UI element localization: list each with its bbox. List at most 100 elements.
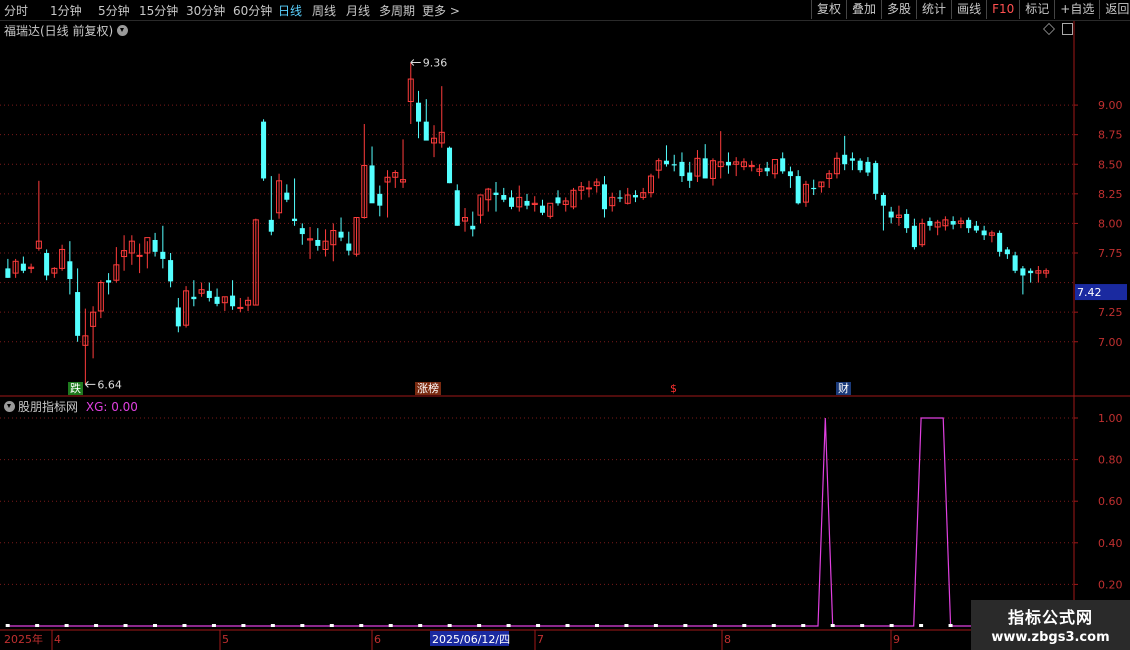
candle-body [75, 292, 81, 336]
candle-body [725, 161, 731, 166]
xg-baseline-marker [359, 624, 364, 627]
xg-indicator-series [5, 417, 1047, 627]
watermark-title: 指标公式网 [1007, 608, 1093, 627]
indicator-value: XG: 0.00 [85, 400, 138, 414]
xg-baseline-marker [860, 624, 865, 627]
indicator-tick-label: 1.00 [1098, 412, 1123, 425]
candle-body [911, 225, 917, 248]
candle-body [168, 260, 174, 282]
candle-body [702, 158, 708, 179]
max-arrow [410, 59, 421, 66]
candle-body [501, 195, 507, 200]
stock-title: 福瑞达(日线 前复权) [4, 22, 129, 39]
xg-baseline-marker [35, 624, 40, 627]
candle-body [315, 239, 321, 246]
chevron-down-icon[interactable] [4, 401, 15, 412]
candle-body [136, 254, 143, 257]
candle-body [237, 306, 244, 309]
panel-toggle-icon[interactable] [1062, 23, 1073, 35]
candle-body [338, 231, 344, 238]
candle-body [299, 228, 305, 235]
candle-body [106, 280, 112, 283]
candle-body [585, 187, 593, 190]
candle-body [997, 232, 1003, 252]
candle-body [292, 218, 298, 222]
candle-body [687, 172, 693, 181]
min-price-label: 6.64 [97, 378, 122, 391]
event-badge-finance[interactable]: 财 [836, 382, 851, 395]
candle-body [508, 197, 515, 207]
cursor-date-label: 2025/06/12/四 [432, 633, 510, 646]
xg-baseline-marker [94, 624, 99, 627]
candle-body [493, 192, 499, 196]
candle-body [152, 239, 158, 252]
candle-body [865, 161, 871, 173]
candle-body [206, 290, 212, 298]
candle-body [44, 253, 50, 276]
xg-baseline-marker [477, 624, 482, 627]
xg-baseline-marker [565, 624, 570, 627]
candle-body [377, 193, 383, 206]
xg-baseline-marker [830, 624, 835, 627]
xg-baseline-marker [182, 624, 187, 627]
year-label: 2025年 [4, 632, 43, 646]
candle-body [842, 154, 848, 165]
xg-baseline-marker [64, 624, 69, 627]
candle-body [160, 251, 166, 259]
candle-body [973, 225, 979, 231]
event-badge-dollar[interactable]: $ [668, 382, 679, 395]
candle-body [230, 295, 236, 307]
candle-body [927, 221, 933, 226]
candle-body [214, 296, 220, 304]
candle-body [470, 225, 476, 230]
price-tick-label: 7.75 [1098, 247, 1123, 260]
xg-baseline-marker [771, 624, 776, 627]
watermark-url: www.zbgs3.com [991, 630, 1110, 645]
xg-baseline-marker [801, 624, 806, 627]
xg-baseline-marker [742, 624, 747, 627]
candle-body [950, 221, 956, 225]
event-badge-fall[interactable]: 跌 [68, 382, 83, 395]
candle-body [857, 160, 863, 171]
candle-body [966, 219, 972, 229]
chevron-down-icon[interactable] [117, 25, 129, 36]
xg-baseline-marker [270, 624, 275, 627]
candle-body [447, 147, 453, 184]
xg-baseline-marker [123, 624, 128, 627]
candle-body [795, 176, 801, 204]
candle-body [539, 205, 546, 213]
xg-baseline-marker [948, 624, 953, 627]
xg-baseline-marker [594, 624, 599, 627]
candle-body [849, 158, 855, 161]
candle-body [811, 187, 817, 190]
month-label: 9 [893, 633, 900, 646]
kline-chart[interactable]: 9.00 8.75 8.50 8.25 8.00 7.75 7.25 7.00 7.42 9.36… [0, 0, 1130, 650]
candle-body [601, 184, 607, 210]
candle-body [20, 263, 26, 271]
candle-body [880, 195, 886, 206]
candle-body [284, 192, 290, 200]
xg-baseline-marker [683, 624, 688, 627]
candle-body [888, 211, 894, 218]
xg-baseline-marker [506, 624, 511, 627]
xg-baseline-marker [712, 624, 717, 627]
xg-baseline-marker [653, 624, 658, 627]
candle-body [416, 102, 422, 122]
candle-body [5, 268, 11, 278]
candle-body [981, 230, 987, 236]
candle-body [268, 219, 274, 232]
candle-body [1028, 270, 1034, 274]
watermark: 指标公式网 www.zbgs3.com [971, 600, 1130, 650]
chart-grid [0, 104, 1074, 585]
chart-axes: 9.00 8.75 8.50 8.25 8.00 7.75 7.25 7.00 7.42 9.36… [0, 21, 1130, 650]
month-label: 5 [222, 633, 229, 646]
candle-body [261, 121, 267, 179]
event-badge-limit-up-list[interactable]: 涨榜 [415, 382, 441, 395]
indicator-tick-label: 0.80 [1098, 454, 1123, 467]
candle-body [191, 296, 197, 300]
candle-body [369, 165, 375, 204]
xg-baseline-marker [919, 624, 924, 627]
month-label: 6 [374, 633, 381, 646]
month-label: 7 [537, 633, 544, 646]
candle-body [873, 163, 879, 194]
